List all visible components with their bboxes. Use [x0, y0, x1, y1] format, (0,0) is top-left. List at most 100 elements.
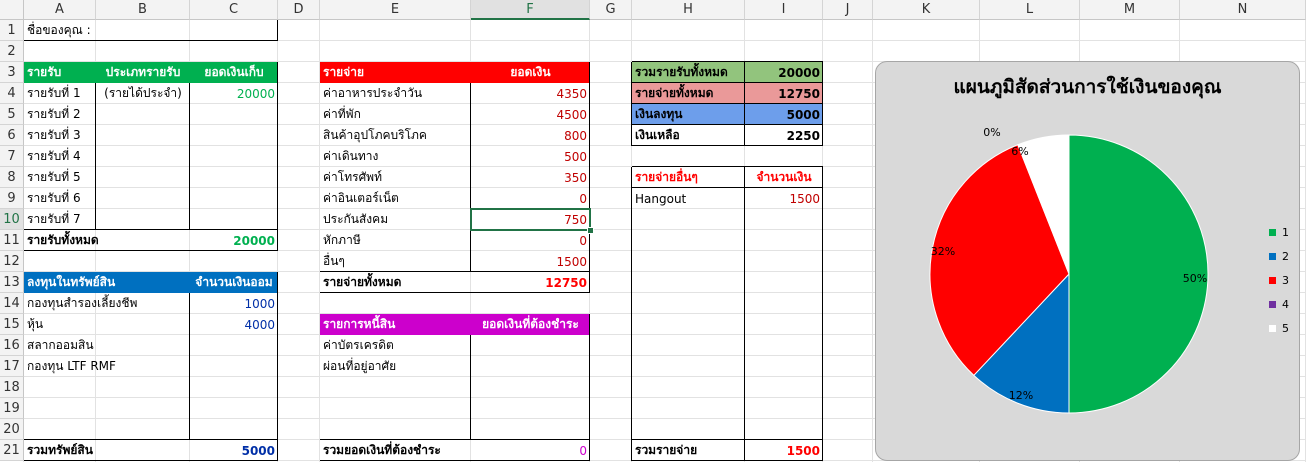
row-header-11[interactable]: 11: [0, 230, 24, 251]
income-amount-cell[interactable]: [190, 146, 278, 167]
expense-total-value[interactable]: 12750: [471, 272, 590, 293]
expense-amount-cell[interactable]: 0: [471, 230, 590, 251]
expense-name-cell[interactable]: ค่าอาหารประจำวัน: [320, 83, 471, 104]
other-expense-amount-header[interactable]: จำนวนเงิน: [745, 167, 823, 188]
row-header-16[interactable]: 16: [0, 335, 24, 356]
row-header-7[interactable]: 7: [0, 146, 24, 167]
expense-header[interactable]: รายจ่าย: [320, 62, 471, 83]
row-header-18[interactable]: 18: [0, 377, 24, 398]
column-header-K[interactable]: K: [873, 0, 980, 20]
expense-name-cell[interactable]: อื่นๆ: [320, 251, 471, 272]
income-type-header[interactable]: ประเภทรายรับ: [96, 62, 190, 83]
column-header-M[interactable]: M: [1080, 0, 1180, 20]
column-header-N[interactable]: N: [1180, 0, 1306, 20]
row-header-17[interactable]: 17: [0, 356, 24, 377]
income-type-cell[interactable]: [96, 167, 190, 188]
expense-amount-header[interactable]: ยอดเงิน: [471, 62, 590, 83]
debt-amount-header[interactable]: ยอดเงินที่ต้องชำระ: [471, 314, 590, 335]
income-name-cell[interactable]: รายรับที่ 4: [24, 146, 96, 167]
investment-name-cell[interactable]: กองทุน LTF RMF: [24, 356, 190, 377]
expense-amount-cell[interactable]: 4350: [471, 83, 590, 104]
income-type-cell[interactable]: [96, 188, 190, 209]
column-header-I[interactable]: I: [745, 0, 823, 20]
investment-amount-cell[interactable]: [190, 335, 278, 356]
name-label-cell[interactable]: ชื่อของคุณ :: [24, 20, 278, 41]
row-header-14[interactable]: 14: [0, 293, 24, 314]
expense-name-cell[interactable]: ประกันสังคม: [320, 209, 471, 230]
debt-total-value[interactable]: 0: [471, 440, 590, 461]
expense-amount-cell[interactable]: 800: [471, 125, 590, 146]
summary-label-cell[interactable]: รายจ่ายทั้งหมด: [632, 83, 745, 104]
expense-amount-cell[interactable]: 350: [471, 167, 590, 188]
legend-item[interactable]: 1: [1269, 226, 1289, 239]
column-header-J[interactable]: J: [823, 0, 873, 20]
expense-name-cell[interactable]: หักภาษี: [320, 230, 471, 251]
investment-header[interactable]: ลงทุนในทรัพย์สิน: [24, 272, 190, 293]
expense-name-cell[interactable]: สินค้าอุปโภคบริโภค: [320, 125, 471, 146]
column-header-E[interactable]: E: [320, 0, 471, 20]
income-name-cell[interactable]: รายรับที่ 2: [24, 104, 96, 125]
income-type-cell[interactable]: [96, 104, 190, 125]
column-header-D[interactable]: D: [278, 0, 320, 20]
investment-amount-cell[interactable]: 1000: [190, 293, 278, 314]
investment-name-cell[interactable]: สลากออมสิน: [24, 335, 190, 356]
selected-cell-outline[interactable]: [470, 208, 591, 231]
income-type-cell[interactable]: (รายได้ประจำ): [96, 83, 190, 104]
expense-amount-cell[interactable]: 500: [471, 146, 590, 167]
income-amount-cell[interactable]: [190, 125, 278, 146]
expense-amount-cell[interactable]: 4500: [471, 104, 590, 125]
row-header-21[interactable]: 21: [0, 440, 24, 461]
debt-total-label[interactable]: รวมยอดเงินที่ต้องชำระ: [320, 440, 471, 461]
income-type-cell[interactable]: [96, 146, 190, 167]
investment-total-label[interactable]: รวมทรัพย์สิน: [24, 440, 190, 461]
other-expense-amount-cell[interactable]: 1500: [745, 188, 823, 209]
investment-name-cell[interactable]: หุ้น: [24, 314, 190, 335]
income-type-cell[interactable]: [96, 125, 190, 146]
row-header-6[interactable]: 6: [0, 125, 24, 146]
row-header-13[interactable]: 13: [0, 272, 24, 293]
debt-amount-cell[interactable]: [471, 335, 590, 356]
row-header-15[interactable]: 15: [0, 314, 24, 335]
pie-chart[interactable]: แผนภูมิสัดส่วนการใช้เงินของคุณ 50% 12% 32% 0…: [875, 61, 1300, 461]
income-total-value[interactable]: 20000: [190, 230, 278, 251]
debt-name-cell[interactable]: ผ่อนที่อยู่อาศัย: [320, 356, 471, 377]
debt-header[interactable]: รายการหนี้สิน: [320, 314, 471, 335]
legend-item[interactable]: 3: [1269, 274, 1289, 287]
other-expense-header[interactable]: รายจ่ายอื่นๆ: [632, 167, 745, 188]
row-header-4[interactable]: 4: [0, 83, 24, 104]
expense-name-cell[interactable]: ค่าอินเตอร์เน็ต: [320, 188, 471, 209]
row-header-9[interactable]: 9: [0, 188, 24, 209]
row-header-19[interactable]: 19: [0, 398, 24, 419]
select-all-corner[interactable]: [0, 0, 24, 20]
expense-amount-cell[interactable]: 1500: [471, 251, 590, 272]
row-header-1[interactable]: 1: [0, 20, 24, 41]
expense-name-cell[interactable]: ค่าที่พัก: [320, 104, 471, 125]
investment-total-value[interactable]: 5000: [190, 440, 278, 461]
column-header-C[interactable]: C: [190, 0, 278, 20]
income-name-cell[interactable]: รายรับที่ 3: [24, 125, 96, 146]
row-header-5[interactable]: 5: [0, 104, 24, 125]
row-header-12[interactable]: 12: [0, 251, 24, 272]
investment-name-cell[interactable]: กองทุนสำรองเลี้ยงชีพ: [24, 293, 190, 314]
investment-amount-cell[interactable]: 4000: [190, 314, 278, 335]
income-amount-cell[interactable]: [190, 188, 278, 209]
debt-amount-cell[interactable]: [471, 356, 590, 377]
income-name-cell[interactable]: รายรับที่ 6: [24, 188, 96, 209]
column-header-H[interactable]: H: [632, 0, 745, 20]
row-header-2[interactable]: 2: [0, 41, 24, 62]
legend-item[interactable]: 2: [1269, 250, 1289, 263]
investment-amount-header[interactable]: จำนวนเงินออม: [190, 272, 278, 293]
income-amount-header[interactable]: ยอดเงินเก็บ: [190, 62, 278, 83]
summary-value-cell[interactable]: 20000: [745, 62, 823, 83]
expense-amount-cell[interactable]: 0: [471, 188, 590, 209]
summary-label-cell[interactable]: เงินเหลือ: [632, 125, 745, 146]
summary-label-cell[interactable]: รวมรายรับทั้งหมด: [632, 62, 745, 83]
expense-total-label[interactable]: รายจ่ายทั้งหมด: [320, 272, 471, 293]
debt-name-cell[interactable]: ค่าบัตรเครดิต: [320, 335, 471, 356]
summary-value-cell[interactable]: 12750: [745, 83, 823, 104]
income-name-cell[interactable]: รายรับที่ 5: [24, 167, 96, 188]
column-header-G[interactable]: G: [590, 0, 632, 20]
column-header-A[interactable]: A: [24, 0, 96, 20]
summary-label-cell[interactable]: เงินลงทุน: [632, 104, 745, 125]
legend-item[interactable]: 5: [1269, 322, 1289, 335]
